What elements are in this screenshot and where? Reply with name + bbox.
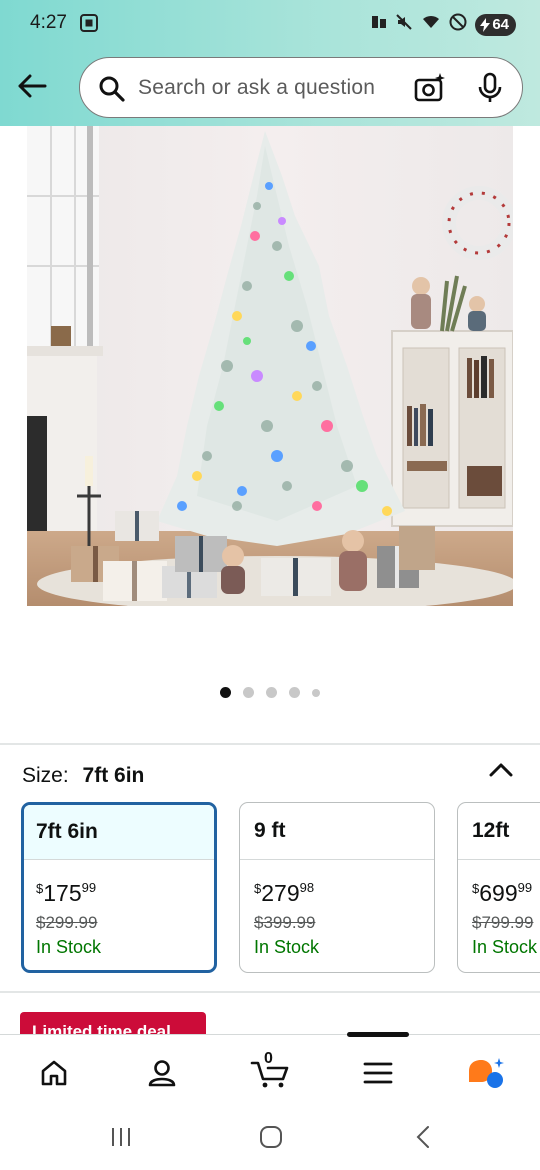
microphone-icon[interactable] xyxy=(476,72,504,109)
carousel-dot[interactable] xyxy=(266,687,277,698)
menu-icon xyxy=(363,1062,393,1084)
carousel-dot[interactable] xyxy=(289,687,300,698)
user-icon xyxy=(148,1060,176,1087)
size-option-name: 12ft xyxy=(458,803,540,860)
home-circle-icon xyxy=(260,1126,282,1148)
status-time: 4:27 xyxy=(30,12,67,33)
search-bar[interactable]: Search or ask a question xyxy=(79,57,523,118)
size-selector-header: Size: 7ft 6in xyxy=(22,764,144,788)
home-icon xyxy=(41,1060,67,1086)
size-option-12ft[interactable]: 12ft $69999 $799.99 In Stock xyxy=(457,802,540,973)
app-notification-icon xyxy=(371,14,387,35)
battery-indicator: 64 xyxy=(475,13,516,36)
price: $69999 xyxy=(472,880,533,906)
camera-search-icon[interactable] xyxy=(414,72,446,109)
do-not-disturb-icon xyxy=(449,13,467,36)
recent-apps-icon xyxy=(112,1128,130,1146)
price: $27998 xyxy=(254,880,315,906)
search-icon xyxy=(98,75,125,107)
active-tab-indicator xyxy=(347,1032,409,1037)
section-divider xyxy=(0,743,540,745)
app-screen: 4:27 64 Search or ask a question Size: 7… xyxy=(0,0,540,1170)
nav-rufus[interactable] xyxy=(466,1053,506,1093)
nav-cart[interactable]: 0 xyxy=(248,1050,292,1093)
back-chevron-icon xyxy=(416,1126,429,1148)
size-option-9-ft[interactable]: 9 ft $27998 $399.99 In Stock xyxy=(239,802,435,973)
price: $17599 xyxy=(36,880,97,906)
search-input[interactable]: Search or ask a question xyxy=(138,76,375,100)
mute-icon xyxy=(395,13,413,36)
status-bar: 4:27 64 xyxy=(0,0,540,50)
nav-account[interactable] xyxy=(142,1053,182,1093)
list-price: $799.99 xyxy=(472,913,534,932)
availability: In Stock xyxy=(472,937,538,957)
back-button[interactable] xyxy=(14,68,50,104)
carousel-dot[interactable] xyxy=(243,687,254,698)
carousel-dot[interactable] xyxy=(220,687,231,698)
rufus-assistant-icon xyxy=(469,1058,504,1088)
image-carousel-dots[interactable] xyxy=(0,687,540,698)
cart-count: 0 xyxy=(264,1050,273,1067)
nav-home[interactable] xyxy=(34,1053,74,1093)
screenshot-icon xyxy=(80,14,98,37)
collapse-chevron-up-icon[interactable] xyxy=(488,760,514,785)
product-image[interactable] xyxy=(27,126,513,606)
recent-apps-button[interactable] xyxy=(108,1124,134,1155)
section-divider xyxy=(0,991,540,993)
size-option-name: 7ft 6in xyxy=(24,805,214,860)
battery-level: 64 xyxy=(492,16,509,33)
christmas-tree-photo xyxy=(27,126,513,606)
list-price: $299.99 xyxy=(36,913,98,932)
availability: In Stock xyxy=(36,937,102,957)
list-price: $399.99 xyxy=(254,913,316,932)
size-option-7ft-6in[interactable]: 7ft 6in $17599 $299.99 In Stock xyxy=(21,802,217,973)
header: 4:27 64 Search or ask a question xyxy=(0,0,540,126)
wifi-icon xyxy=(421,14,441,35)
status-icons: 64 xyxy=(371,13,516,36)
back-arrow-icon xyxy=(18,74,47,98)
carousel-dot[interactable] xyxy=(312,688,320,697)
system-nav-bar xyxy=(0,1104,540,1170)
bottom-nav: 0 xyxy=(0,1032,540,1104)
size-option-name: 9 ft xyxy=(240,803,434,860)
back-system-button[interactable] xyxy=(410,1124,436,1155)
availability: In Stock xyxy=(254,937,320,957)
charging-bolt-icon xyxy=(480,17,491,32)
size-label: Size: xyxy=(22,764,69,787)
nav-menu[interactable] xyxy=(358,1053,398,1093)
size-selected-value: 7ft 6in xyxy=(82,764,145,787)
home-system-button[interactable] xyxy=(258,1124,284,1155)
